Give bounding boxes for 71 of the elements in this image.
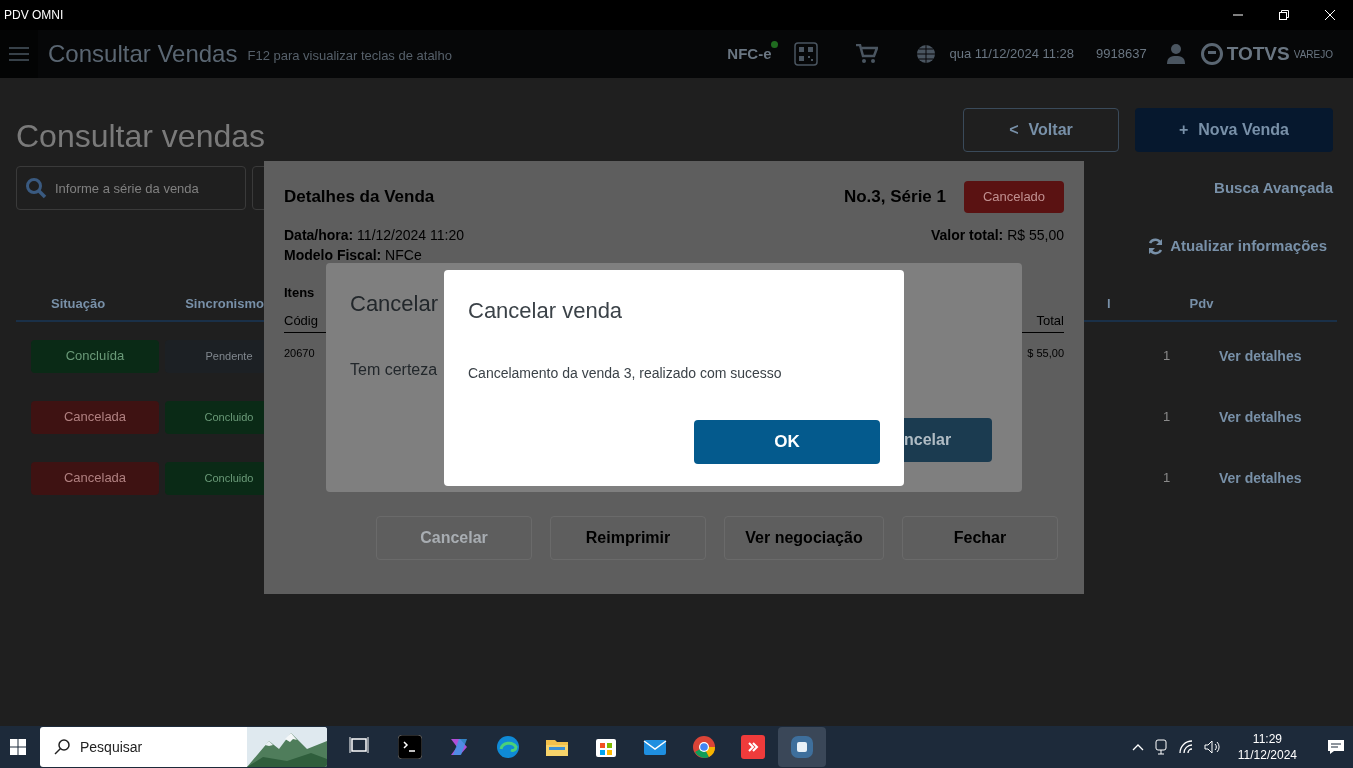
dialog-button[interactable]: Reimprimir: [550, 515, 706, 560]
column-header: Pdv: [1189, 295, 1214, 313]
items-label: Itens: [284, 284, 315, 302]
dialog-title: Cancelar venda: [468, 297, 623, 325]
column-header: Códig: [284, 311, 318, 330]
globe-icon[interactable]: [915, 44, 936, 64]
search-field[interactable]: Informe a série da venda: [16, 166, 246, 210]
date-time: qua 11/12/2024 11:28: [949, 45, 1075, 64]
browser-icon: [692, 735, 716, 759]
taskbar-app[interactable]: [778, 727, 826, 767]
logo-text: TOTVS: [1226, 41, 1290, 66]
search-icon: [54, 739, 70, 755]
chevron-up-icon[interactable]: [1131, 743, 1144, 751]
browser-icon: [496, 735, 520, 759]
terminal-icon: [398, 735, 422, 759]
refresh-icon[interactable]: [1147, 237, 1165, 255]
column-header: Total: [1036, 311, 1064, 330]
dialog-message: Tem certeza: [350, 360, 438, 380]
new-sale-button[interactable]: + Nova Venda: [1135, 108, 1333, 152]
speaker-icon[interactable]: [1203, 740, 1222, 754]
fiscal-model: Modelo Fiscal: NFCe: [284, 247, 422, 263]
minimize-icon: [1233, 14, 1243, 16]
user-icon[interactable]: [1166, 44, 1185, 64]
dialog-button[interactable]: Ver negociação: [724, 515, 884, 560]
column-header: l: [1106, 295, 1111, 313]
page-title: Consultar vendas: [16, 117, 266, 156]
sale-datetime: Data/hora: 11/12/2024 11:20: [284, 226, 465, 245]
logo-subtitle: VAREJO: [1293, 47, 1333, 62]
status-badge: Concluída: [31, 339, 159, 373]
clock-date[interactable]: 11/12/2024: [1237, 747, 1297, 763]
notification-icon[interactable]: [1327, 739, 1345, 755]
status-badge: Cancelado: [964, 181, 1064, 213]
cart-icon[interactable]: [855, 44, 878, 64]
sale-number: No.3, Série 1: [843, 186, 946, 209]
details-link[interactable]: Ver detalhes: [1219, 345, 1302, 367]
wifi-icon[interactable]: [1177, 740, 1194, 754]
dialog-title: Cancelar: [350, 290, 439, 318]
ok-button[interactable]: OK: [694, 420, 880, 464]
refresh-link[interactable]: Atualizar informações: [1170, 235, 1327, 258]
dialog-title: Detalhes da Venda: [284, 186, 435, 209]
app-icon: [790, 735, 814, 759]
app-title: Consultar Vendas: [48, 39, 238, 69]
windows-icon: [10, 739, 26, 755]
advanced-search-link[interactable]: Busca Avançada: [1214, 176, 1333, 200]
close-icon: [1325, 10, 1335, 20]
table-cell-text: $ 55,00: [1027, 346, 1064, 361]
remote-desktop-icon: [741, 735, 765, 759]
dialog-message: Cancelamento da venda 3, realizado com sucesso: [468, 364, 782, 383]
taskbar-search[interactable]: Pesquisar: [40, 727, 327, 767]
table-cell-text: 1: [1163, 347, 1172, 366]
search-icon: [25, 177, 47, 199]
sale-total: Valor total: R$ 55,00: [930, 226, 1064, 245]
status-badge: Cancelada: [31, 400, 159, 434]
table-cell-text: 1: [1163, 408, 1172, 427]
details-link[interactable]: Ver detalhes: [1219, 467, 1302, 489]
user-code: 9918637: [1096, 45, 1147, 64]
shortcut-hint: F12 para visualizar teclas de atalho: [247, 47, 452, 66]
qr-code-icon[interactable]: [793, 42, 818, 66]
restore-icon: [1279, 10, 1289, 20]
details-link[interactable]: Ver detalhes: [1219, 406, 1302, 428]
clock-time[interactable]: 11:29: [1252, 731, 1282, 747]
back-button[interactable]: < Voltar: [963, 108, 1119, 152]
window-title: PDV OMNI: [4, 7, 64, 24]
logo-icon: [1200, 43, 1223, 65]
column-header: Situação: [51, 295, 106, 313]
status-badge: Cancelada: [31, 461, 159, 495]
column-header: Sincronismo: [185, 295, 264, 313]
dialog-button[interactable]: Fechar: [902, 515, 1058, 560]
menu-icon: [9, 47, 29, 61]
table-cell-text: 1: [1163, 469, 1172, 488]
nfce-label: NFC-e: [727, 45, 772, 62]
